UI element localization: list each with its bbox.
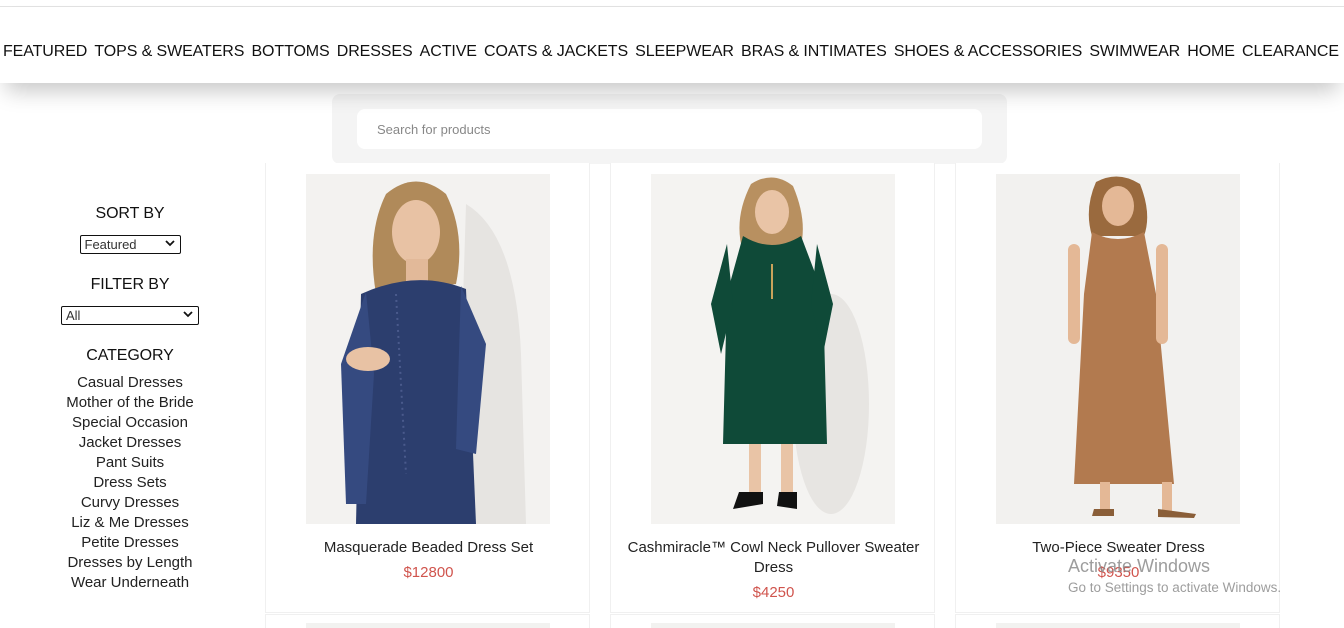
nav-coats-jackets[interactable]: COATS & JACKETS [484,43,628,61]
product-name[interactable]: Two-Piece Sweater Dress [966,538,1271,558]
product-title-block: Cashmiracle™ Cowl Neck Pullover Sweater … [621,538,926,603]
main-navbar: FEATURED TOPS & SWEATERS BOTTOMS DRESSES… [0,7,1344,83]
product-name[interactable]: Masquerade Beaded Dress Set [276,538,581,558]
product-image[interactable] [306,174,550,524]
category-special-occasion[interactable]: Special Occasion [30,413,230,433]
search-panel [332,94,1007,164]
filter-sidebar: SORT BY Featured FILTER BY All CATEGORY … [30,205,230,593]
nav-shoes-accessories[interactable]: SHOES & ACCESSORIES [894,43,1082,61]
category-dresses-by-length[interactable]: Dresses by Length [30,553,230,573]
chevron-down-icon [164,238,175,251]
filter-heading: FILTER BY [90,276,170,293]
nav-bottoms[interactable]: BOTTOMS [251,43,329,61]
product-card-partial[interactable] [955,614,1280,628]
category-jacket-dresses[interactable]: Jacket Dresses [30,433,230,453]
nav-active[interactable]: ACTIVE [420,43,477,61]
product-image [996,623,1240,628]
category-casual-dresses[interactable]: Casual Dresses [30,373,230,393]
category-pant-suits[interactable]: Pant Suits [30,453,230,473]
sort-select[interactable]: Featured [79,235,181,254]
product-image[interactable] [651,174,895,524]
nav-home[interactable]: HOME [1187,43,1235,61]
product-image [651,623,895,628]
product-name[interactable]: Cashmiracle™ Cowl Neck Pullover Sweater … [621,538,926,578]
product-price: $9350 [1097,564,1140,581]
category-dress-sets[interactable]: Dress Sets [30,473,230,493]
sort-selected-value: Featured [84,237,137,252]
filter-select[interactable]: All [61,306,199,325]
nav-sleepwear[interactable]: SLEEPWEAR [635,43,734,61]
product-card[interactable]: Cashmiracle™ Cowl Neck Pullover Sweater … [610,163,935,613]
search-input[interactable] [357,109,982,149]
category-wear-underneath[interactable]: Wear Underneath [30,573,230,593]
product-card-partial[interactable] [610,614,935,628]
product-price: $12800 [403,564,454,581]
category-curvy-dresses[interactable]: Curvy Dresses [30,493,230,513]
product-card-partial[interactable] [265,614,590,628]
nav-dresses[interactable]: DRESSES [337,43,413,61]
product-image [306,623,550,628]
product-card[interactable]: Two-Piece Sweater Dress $9350 [955,163,1280,613]
chevron-down-icon [183,309,193,322]
category-liz-me-dresses[interactable]: Liz & Me Dresses [30,513,230,533]
product-title-block: Masquerade Beaded Dress Set $12800 [276,538,581,583]
filter-selected-value: All [66,308,81,323]
nav-swimwear[interactable]: SWIMWEAR [1089,43,1180,61]
product-card[interactable]: Masquerade Beaded Dress Set $12800 [265,163,590,613]
sort-heading: SORT BY [95,205,165,222]
product-price: $4250 [752,584,795,601]
category-petite-dresses[interactable]: Petite Dresses [30,533,230,553]
nav-clearance[interactable]: CLEARANCE [1242,43,1339,61]
nav-bras-intimates[interactable]: BRAS & INTIMATES [741,43,887,61]
nav-tops-sweaters[interactable]: TOPS & SWEATERS [94,43,244,61]
category-heading: CATEGORY [86,347,174,364]
category-mother-of-the-bride[interactable]: Mother of the Bride [30,393,230,413]
category-nav: FEATURED TOPS & SWEATERS BOTTOMS DRESSES… [0,43,1344,61]
product-title-block: Two-Piece Sweater Dress $9350 [966,538,1271,583]
nav-featured[interactable]: FEATURED [3,43,87,61]
category-list: Casual Dresses Mother of the Bride Speci… [30,373,230,593]
product-image[interactable] [996,174,1240,524]
